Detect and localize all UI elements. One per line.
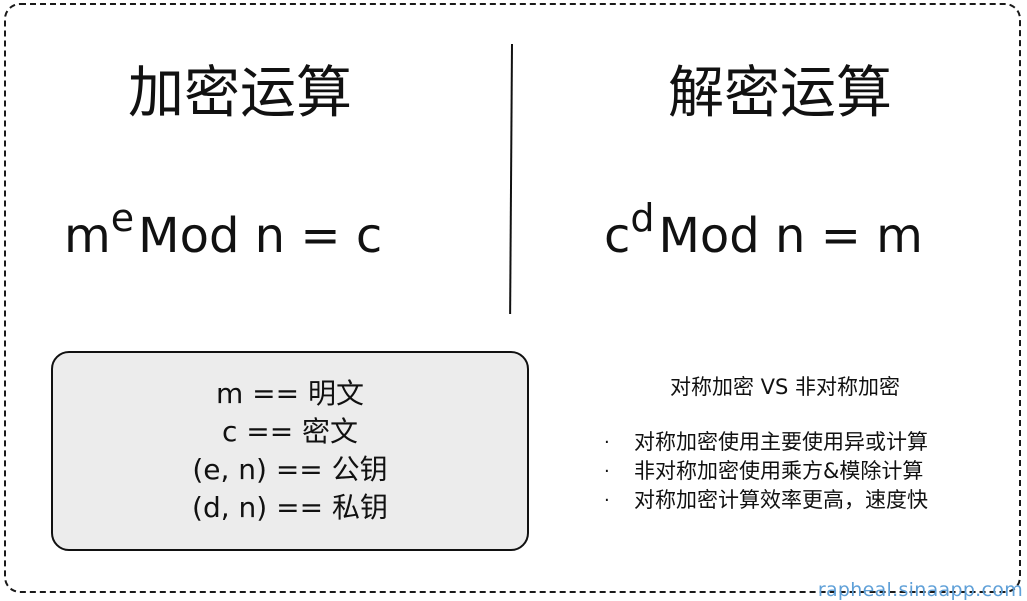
legend-list: m == 明文 c == 密文 (e, n) == 公钥 (d, n) == 私… bbox=[53, 375, 527, 527]
encryption-exponent: e bbox=[110, 196, 135, 241]
comparison-points: · 对称加密使用主要使用异或计算 · 非对称加密使用乘方&模除计算 · 对称加密计算效… bbox=[600, 428, 928, 515]
legend-item-plaintext: m == 明文 bbox=[216, 377, 364, 410]
comparison-point-text: 对称加密计算效率更高，速度快 bbox=[634, 488, 928, 512]
legend-item-private-key: (d, n) == 私钥 bbox=[192, 491, 388, 524]
legend-item-ciphertext: c == 密文 bbox=[221, 415, 359, 448]
decryption-rest: Mod n = m bbox=[658, 208, 923, 264]
decryption-title: 解密运算 bbox=[668, 61, 892, 126]
watermark: rapheal.sinaapp.com bbox=[817, 579, 1023, 601]
variable-legend: m == 明文 c == 密文 (e, n) == 公钥 (d, n) == 私… bbox=[51, 351, 529, 551]
encryption-formula: meMod n = c bbox=[64, 196, 382, 276]
legend-item-public-key: (e, n) == 公钥 bbox=[192, 453, 388, 486]
bullet-icon: · bbox=[604, 432, 610, 453]
comparison-point-text: 非对称加密使用乘方&模除计算 bbox=[634, 459, 924, 483]
decryption-formula: cdMod n = m bbox=[604, 196, 923, 276]
comparison-point: · 对称加密使用主要使用异或计算 bbox=[600, 428, 928, 457]
bullet-icon: · bbox=[604, 461, 610, 482]
comparison-point-text: 对称加密使用主要使用异或计算 bbox=[634, 430, 928, 454]
encryption-rest: Mod n = c bbox=[138, 208, 383, 264]
decryption-base: c bbox=[604, 208, 631, 264]
comparison-point: · 非对称加密使用乘方&模除计算 bbox=[600, 457, 928, 486]
bullet-icon: · bbox=[604, 490, 610, 511]
decryption-exponent: d bbox=[630, 196, 655, 241]
comparison-point: · 对称加密计算效率更高，速度快 bbox=[600, 486, 928, 515]
comparison-title: 对称加密 VS 非对称加密 bbox=[669, 375, 901, 399]
encryption-base: m bbox=[64, 208, 111, 264]
encryption-title: 加密运算 bbox=[128, 61, 352, 126]
